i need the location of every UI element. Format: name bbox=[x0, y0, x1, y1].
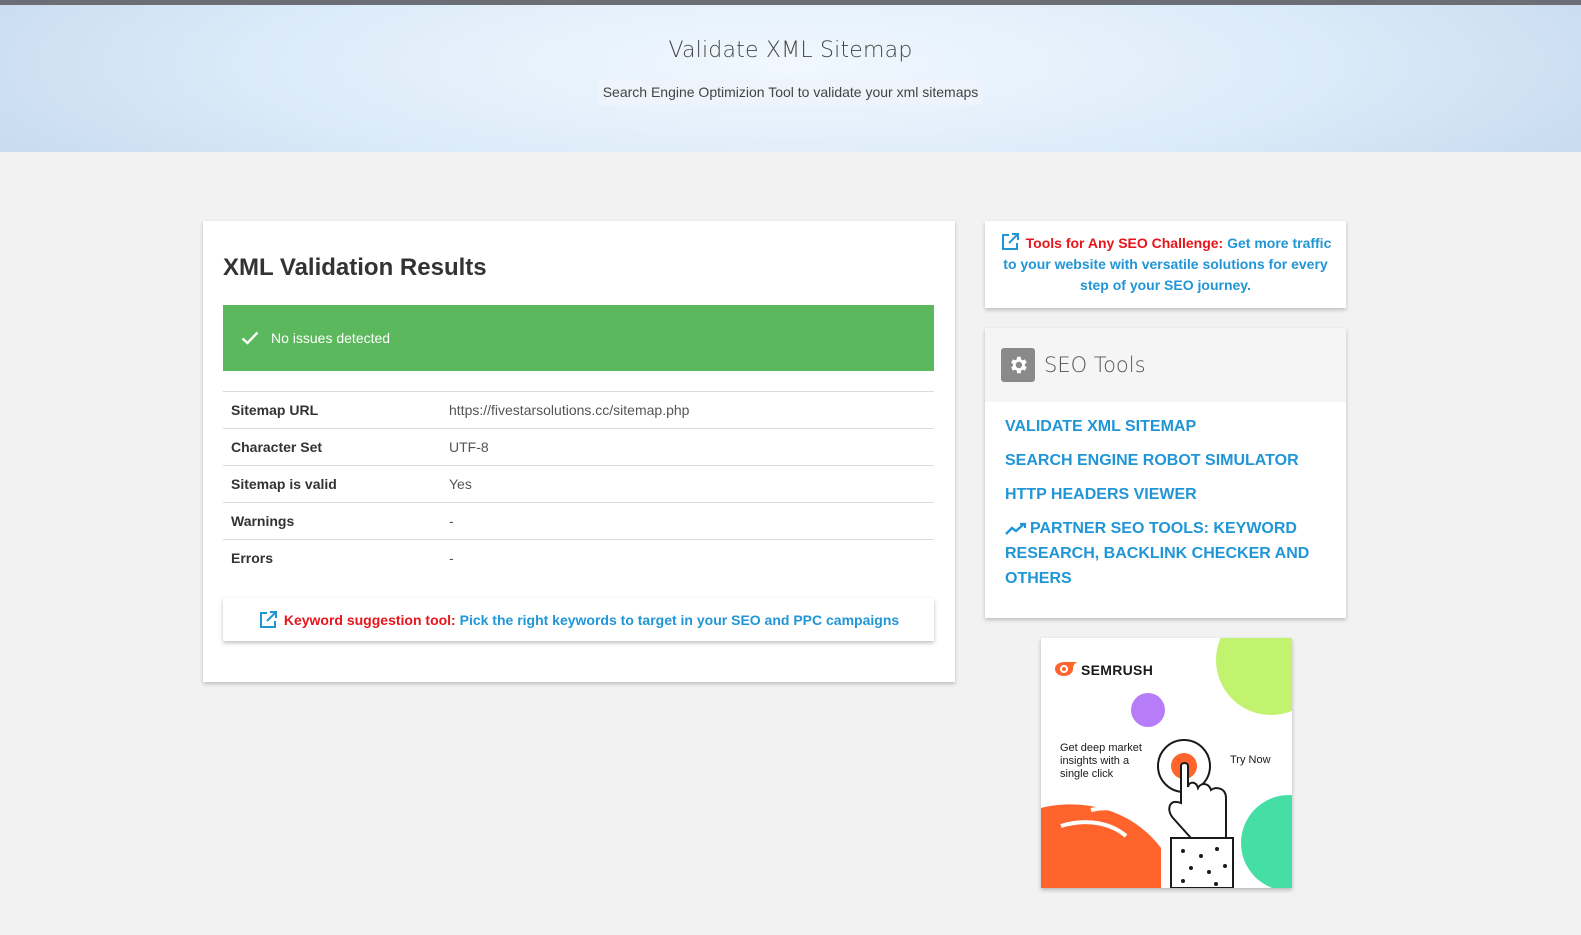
row-value: - bbox=[441, 502, 934, 540]
external-link-icon bbox=[259, 610, 277, 628]
link-partner-seo-tools[interactable]: PARTNER SEO TOOLS: KEYWORD RESEARCH, BAC… bbox=[1005, 516, 1326, 591]
external-link-icon bbox=[1001, 233, 1019, 250]
success-alert: No issues detected bbox=[223, 305, 934, 371]
page-title: Validate XML Sitemap bbox=[668, 38, 913, 63]
semrush-logo-icon bbox=[1055, 662, 1077, 676]
keyword-suggestion-promo[interactable]: Keyword suggestion tool: Pick the right … bbox=[223, 598, 934, 641]
keyword-promo-label: Keyword suggestion tool: bbox=[283, 611, 456, 628]
results-title: XML Validation Results bbox=[223, 254, 487, 281]
link-search-engine-robot-simulator[interactable]: SEARCH ENGINE ROBOT SIMULATOR bbox=[1005, 448, 1326, 473]
seo-tools-header: SEO Tools bbox=[985, 328, 1346, 402]
row-value: https://fivestarsolutions.cc/sitemap.php bbox=[441, 391, 934, 429]
seo-tools-title: SEO Tools bbox=[1044, 353, 1146, 377]
table-row: Character Set UTF-8 bbox=[223, 428, 934, 466]
validation-results-card: XML Validation Results No issues detecte… bbox=[203, 221, 955, 682]
checkmark-icon bbox=[241, 331, 259, 345]
row-label: Sitemap is valid bbox=[223, 465, 441, 503]
semrush-ad[interactable]: SEMRUSH Get deep market insights with a … bbox=[1041, 638, 1292, 888]
gear-icon bbox=[1001, 348, 1035, 382]
ad-brand: SEMRUSH bbox=[1081, 662, 1154, 678]
results-table: Sitemap URL https://fivestarsolutions.cc… bbox=[223, 391, 934, 577]
link-validate-xml-sitemap[interactable]: VALIDATE XML SITEMAP bbox=[1005, 414, 1326, 439]
row-label: Sitemap URL bbox=[223, 391, 441, 429]
row-label: Character Set bbox=[223, 428, 441, 466]
seo-promo-label: Tools for Any SEO Challenge: bbox=[1025, 235, 1224, 251]
ad-text: Get deep market insights with a single c… bbox=[1060, 742, 1142, 780]
partner-seo-tools-label: PARTNER SEO TOOLS: KEYWORD RESEARCH, BAC… bbox=[1005, 520, 1310, 587]
row-label: Errors bbox=[223, 539, 441, 577]
table-row: Errors - bbox=[223, 539, 934, 577]
trending-up-icon bbox=[1005, 522, 1027, 535]
row-value: UTF-8 bbox=[441, 428, 934, 466]
keyword-promo-link[interactable]: Pick the right keywords to target in you… bbox=[460, 612, 900, 628]
ad-cta[interactable]: Try Now bbox=[1230, 754, 1271, 766]
seo-tools-list: VALIDATE XML SITEMAP SEARCH ENGINE ROBOT… bbox=[985, 402, 1346, 591]
status-message: No issues detected bbox=[271, 330, 391, 346]
seo-challenge-promo[interactable]: Tools for Any SEO Challenge: Get more tr… bbox=[985, 221, 1346, 308]
table-row: Sitemap is valid Yes bbox=[223, 465, 934, 503]
page-header: Validate XML Sitemap Search Engine Optim… bbox=[0, 5, 1581, 152]
row-label: Warnings bbox=[223, 502, 441, 540]
seo-tools-panel: SEO Tools VALIDATE XML SITEMAP SEARCH EN… bbox=[985, 328, 1346, 618]
row-value: Yes bbox=[441, 465, 934, 503]
table-row: Warnings - bbox=[223, 502, 934, 540]
page-subtitle: Search Engine Optimizion Tool to validat… bbox=[597, 79, 984, 105]
link-http-headers-viewer[interactable]: HTTP HEADERS VIEWER bbox=[1005, 482, 1326, 507]
row-value: - bbox=[441, 539, 934, 577]
table-row: Sitemap URL https://fivestarsolutions.cc… bbox=[223, 391, 934, 429]
